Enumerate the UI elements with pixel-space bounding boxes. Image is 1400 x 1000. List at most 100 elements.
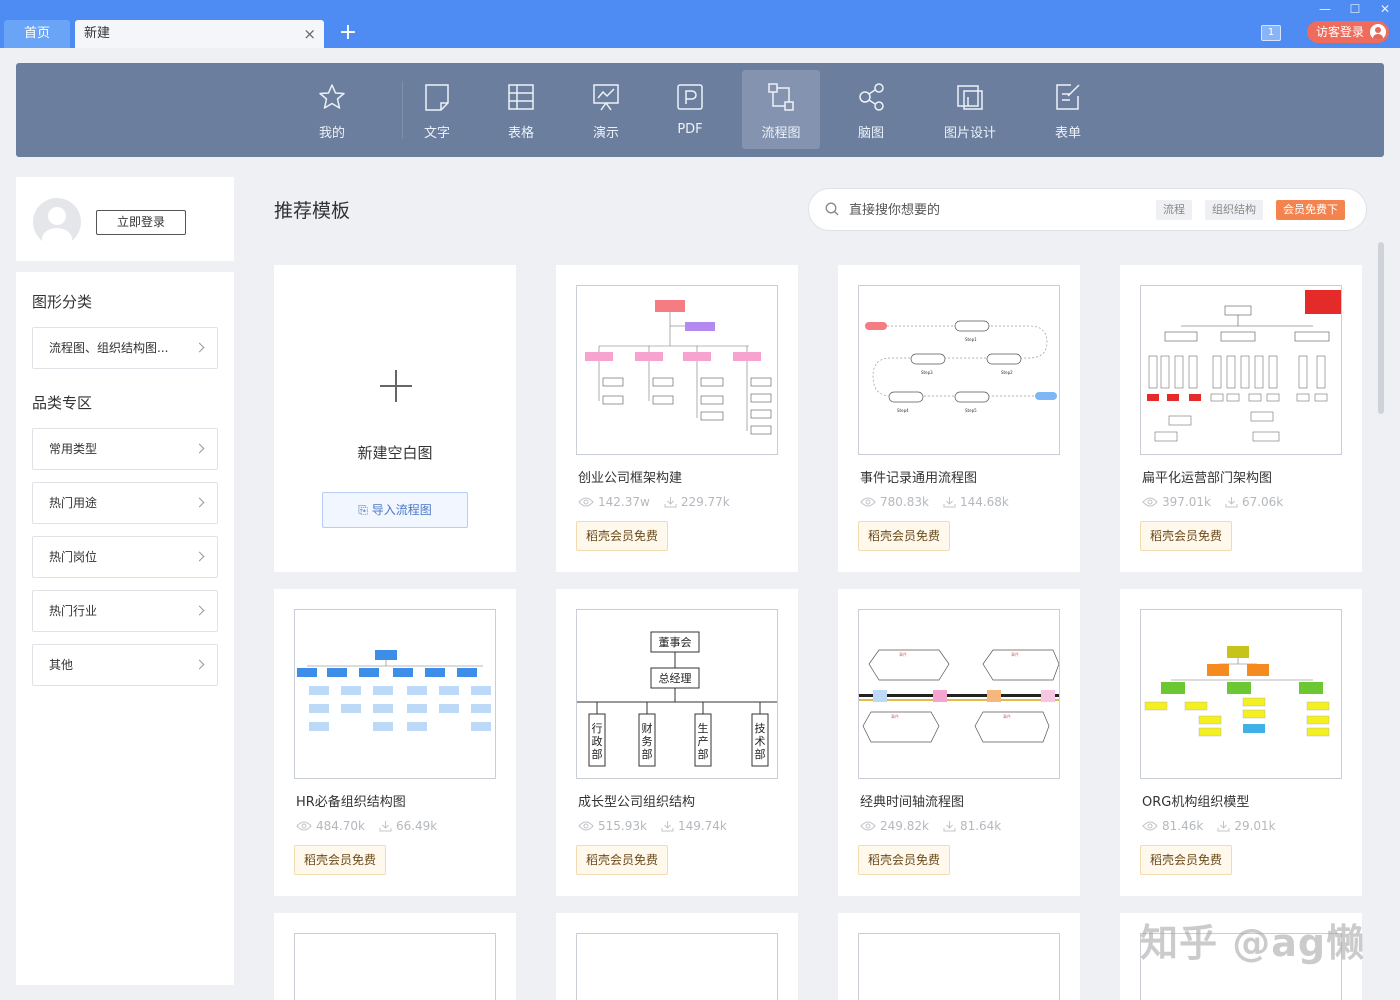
template-card[interactable]: 扁平化运营部门架构图 397.01k 67.06k 稻壳会员免费	[1120, 265, 1362, 572]
sidebar-item-position[interactable]: 热门岗位	[32, 536, 218, 578]
template-card[interactable]: ORG机构组织模型 81.46k 29.01k 稻壳会员免费	[1120, 589, 1362, 896]
sidebar-item-label: 流程图、组织结构图...	[49, 341, 169, 355]
category-label: 文字	[423, 126, 450, 141]
svg-text:Step4: Step4	[897, 408, 909, 413]
add-tab-button[interactable]: +	[338, 19, 358, 47]
avatar[interactable]	[33, 198, 81, 246]
template-card[interactable]	[556, 913, 798, 1000]
page-title: 推荐模板	[274, 200, 351, 222]
template-thumbnail[interactable]	[858, 933, 1060, 1000]
document-icon	[425, 84, 449, 111]
svg-text:务: 务	[642, 735, 653, 748]
downloads-count: 67.06k	[1241, 495, 1284, 509]
template-card[interactable]: 创业公司框架构建 142.37w 229.77k 稻壳会员免费	[556, 265, 798, 572]
template-thumbnail[interactable]: 董事会 总经理 行政部 财务部 生产部 技术部	[576, 609, 778, 779]
category-label: 脑图	[857, 126, 884, 141]
vip-free-badge: 稻壳会员免费	[576, 845, 669, 875]
template-thumbnail[interactable]	[576, 933, 778, 1000]
template-card[interactable]: Step1 Step3 Step2 Step4 Step5 事件记录通用流程图 780.…	[838, 265, 1080, 572]
template-card[interactable]: 董事会 总经理 行政部 财务部 生产部 技术部 成长型公司组织结构 515.93…	[556, 589, 798, 896]
template-title[interactable]: 事件记录通用流程图	[860, 467, 977, 486]
new-blank-card[interactable]: 新建空白图 ⎘ 导入流程图	[274, 265, 516, 572]
template-stats: 397.01k 67.06k	[1142, 495, 1283, 509]
visitor-login-button[interactable]: 访客登录	[1307, 21, 1389, 43]
template-card[interactable]	[274, 913, 516, 1000]
svg-text:事件: 事件	[1011, 651, 1019, 657]
category-label: 图片设计	[943, 126, 996, 141]
vip-free-badge: 稻壳会员免费	[1140, 845, 1233, 875]
search-tag-org[interactable]: 组织结构	[1205, 200, 1263, 220]
downloads-count: 149.74k	[677, 819, 727, 833]
downloads-count: 66.49k	[395, 819, 438, 833]
search-input[interactable]: 直接搜你想要的	[849, 189, 940, 232]
category-flowchart[interactable]: 流程图	[742, 70, 820, 149]
tab-new[interactable]: 新建 ×	[75, 20, 324, 48]
tab-new-label: 新建	[84, 26, 111, 41]
template-thumbnail[interactable]	[294, 933, 496, 1000]
template-title[interactable]: ORG机构组织模型	[1142, 791, 1249, 810]
download-icon	[1225, 497, 1238, 508]
category-mindmap[interactable]: 脑图	[832, 70, 910, 149]
category-text[interactable]: 文字	[398, 70, 476, 149]
import-flowchart-button[interactable]: ⎘ 导入流程图	[322, 492, 468, 528]
sidebar-item-label: 热门行业	[49, 604, 98, 618]
search-tag-vip[interactable]: 会员免费下	[1276, 200, 1345, 220]
category-pdf[interactable]: PDF	[651, 70, 729, 149]
template-thumbnail[interactable]	[1140, 285, 1342, 455]
template-title[interactable]: 经典时间轴流程图	[860, 791, 964, 810]
sidebar-item-industry[interactable]: 热门行业	[32, 590, 218, 632]
sidebar-item-usage[interactable]: 热门用途	[32, 482, 218, 524]
svg-text:行: 行	[592, 722, 603, 735]
close-window-button[interactable]: ✕	[1370, 0, 1400, 18]
category-presentation[interactable]: 演示	[567, 70, 645, 149]
category-label: 我的	[318, 126, 345, 141]
sidebar-item-label: 常用类型	[49, 442, 98, 456]
eye-icon	[578, 821, 594, 831]
tab-close-icon[interactable]: ×	[303, 20, 316, 48]
template-card[interactable]: HR必备组织结构图 484.70k 66.49k 稻壳会员免费	[274, 589, 516, 896]
search-bar[interactable]: 直接搜你想要的 流程 组织结构 会员免费下	[808, 188, 1367, 231]
template-card[interactable]	[838, 913, 1080, 1000]
chevron-right-icon	[194, 342, 205, 353]
template-title[interactable]: 创业公司框架构建	[578, 467, 682, 486]
sidebar-item-label: 热门岗位	[49, 550, 98, 564]
vip-free-badge: 稻壳会员免费	[858, 845, 951, 875]
scrollbar[interactable]	[1378, 242, 1384, 414]
minimize-button[interactable]: —	[1310, 0, 1340, 18]
window-count-badge[interactable]: 1	[1261, 25, 1281, 41]
template-thumbnail[interactable]	[576, 285, 778, 455]
new-blank-label: 新建空白图	[357, 444, 433, 462]
template-title[interactable]: 成长型公司组织结构	[578, 791, 695, 810]
template-thumbnail[interactable]: 事件 事件 事件 事件	[858, 609, 1060, 779]
template-thumbnail[interactable]	[294, 609, 496, 779]
category-spreadsheet[interactable]: 表格	[482, 70, 560, 149]
downloads-count: 229.77k	[680, 495, 730, 509]
maximize-button[interactable]: ☐	[1340, 0, 1370, 18]
sidebar-item-common[interactable]: 常用类型	[32, 428, 218, 470]
category-label: 流程图	[761, 126, 801, 141]
chart-node-manager: 总经理	[659, 671, 692, 685]
template-thumbnail[interactable]: Step1 Step3 Step2 Step4 Step5	[858, 285, 1060, 455]
search-tag-flow[interactable]: 流程	[1156, 200, 1192, 220]
template-title[interactable]: 扁平化运营部门架构图	[1142, 467, 1272, 486]
vip-free-badge: 稻壳会员免费	[858, 521, 951, 551]
download-icon	[661, 821, 674, 832]
template-thumbnail[interactable]	[1140, 609, 1342, 779]
sidebar-item-shape[interactable]: 流程图、组织结构图...	[32, 327, 218, 369]
template-card[interactable]: 事件 事件 事件 事件 经典时间轴流程图 249.82k 81.64k 稻壳会员免费	[838, 589, 1080, 896]
category-label: 表单	[1054, 126, 1081, 141]
login-panel: 立即登录	[16, 177, 234, 261]
login-button[interactable]: 立即登录	[96, 210, 186, 235]
category-image-design[interactable]: 图片设计	[931, 70, 1009, 149]
category-my[interactable]: 我的	[293, 70, 371, 149]
presentation-icon	[593, 84, 619, 111]
template-title[interactable]: HR必备组织结构图	[296, 791, 406, 810]
template-stats: 515.93k 149.74k	[578, 819, 727, 833]
svg-text:事件: 事件	[1003, 713, 1011, 719]
table-icon	[508, 84, 534, 110]
svg-text:财: 财	[642, 721, 653, 735]
tab-home[interactable]: 首页	[4, 20, 70, 48]
category-form[interactable]: 表单	[1029, 70, 1107, 149]
sidebar-item-other[interactable]: 其他	[32, 644, 218, 686]
chevron-right-icon	[194, 659, 205, 670]
